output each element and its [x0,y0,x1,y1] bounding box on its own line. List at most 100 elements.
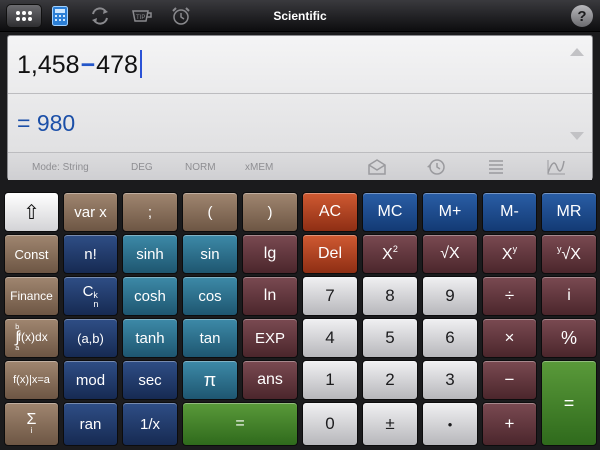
const-button[interactable]: Const [4,234,59,274]
mod-label: mod [75,371,106,389]
divide-label: ÷ [504,286,515,305]
app-title: Scientific [273,9,327,23]
percent-button[interactable]: % [541,318,597,358]
tan-button[interactable]: tan [182,318,238,358]
plus-minus-button[interactable]: ± [362,402,418,446]
cosh-label: cosh [134,287,166,305]
multiply-button[interactable]: × [482,318,537,358]
digit-4-button[interactable]: 4 [302,318,358,358]
digit-8-button[interactable]: 8 [362,276,418,316]
tanh-label: tanh [135,329,165,347]
sinh-button[interactable]: sinh [122,234,178,274]
square-exponent: 2 [392,244,398,254]
semicolon-button[interactable]: ; [122,192,178,232]
memory-indicator[interactable]: xMEM [245,162,273,173]
mod-button[interactable]: mod [63,360,118,400]
help-button[interactable]: ? [571,5,593,27]
sec-button[interactable]: sec [122,360,178,400]
digit-1-button[interactable]: 1 [302,360,358,400]
pi-label: π [203,369,217,390]
equals-button-right[interactable]: = [541,360,597,446]
reciprocal-button[interactable]: 1/x [122,402,178,446]
semicolon-label: ; [147,203,153,221]
close-paren-button[interactable]: ) [242,192,298,232]
digit-2-button[interactable]: 2 [362,360,418,400]
all-clear-button[interactable]: AC [302,192,358,232]
integral-expression: f(x)dx [17,330,48,345]
number-format-indicator[interactable]: NORM [185,162,216,173]
ans-button[interactable]: ans [242,360,298,400]
open-paren-button[interactable]: ( [182,192,238,232]
tanh-button[interactable]: tanh [122,318,178,358]
equals-right-label: = [563,392,575,413]
sin-label: sin [200,245,220,263]
function-graph-icon[interactable] [545,158,567,176]
power-exponent: y [512,244,518,254]
multiply-label: × [504,328,515,347]
exp-button[interactable]: EXP [242,318,298,358]
memory-plus-button[interactable]: M+ [422,192,478,232]
integral-button[interactable]: b ∫ a f(x)dx [4,318,59,358]
delete-button[interactable]: Del [302,234,358,274]
digit-0-button[interactable]: 0 [302,402,358,446]
memory-plus-label: M+ [438,203,462,220]
divide-button[interactable]: ÷ [482,276,537,316]
decimal-point-button[interactable]: • [422,402,478,446]
finance-button[interactable]: Finance [4,276,59,316]
evaluate-at-button[interactable]: f(x)|x=a [4,360,59,400]
shift-arrow-icon: ⇧ [23,201,40,224]
summation-label: Σi [27,412,37,435]
memory-clear-button[interactable]: MC [362,192,418,232]
expression-area[interactable]: 1,458−478 [8,36,592,94]
square-label: X2 [382,244,398,264]
digit-3-button[interactable]: 3 [422,360,478,400]
scroll-up-arrow-icon[interactable] [570,48,584,56]
ans-label: ans [257,371,283,388]
memory-clear-label: MC [377,203,403,220]
const-label: Const [14,246,49,262]
ln-button[interactable]: ln [242,276,298,316]
history-clock-icon[interactable] [425,158,447,176]
imaginary-unit-button[interactable]: i [541,276,597,316]
cos-button[interactable]: cos [182,276,238,316]
mode-indicator[interactable]: Mode: String [32,162,89,173]
nth-root-radical: √X [561,246,581,263]
shift-button[interactable]: ⇧ [4,192,59,232]
reciprocal-label: 1/x [139,415,160,433]
digit-7-button[interactable]: 7 [302,276,358,316]
scroll-down-arrow-icon[interactable] [570,132,584,140]
random-button[interactable]: ran [63,402,118,446]
plus-button[interactable]: + [482,402,537,446]
digit-6-button[interactable]: 6 [422,318,478,358]
minus-button[interactable]: − [482,360,537,400]
power-button[interactable]: Xy [482,234,537,274]
memory-recall-button[interactable]: MR [541,192,597,232]
angle-unit-indicator[interactable]: DEG [131,162,153,173]
sin-button[interactable]: sin [182,234,238,274]
digit-5-button[interactable]: 5 [362,318,418,358]
factorial-button[interactable]: n! [63,234,118,274]
square-button[interactable]: X2 [362,234,418,274]
combination-n: n [93,299,99,309]
memory-minus-button[interactable]: M- [482,192,537,232]
decimal-point-label: • [447,416,453,432]
combination-button[interactable]: Ckn [63,276,118,316]
expression-left-operand: 1,458 [17,51,80,79]
integral-label: b ∫ a f(x)dx [15,324,47,352]
pi-button[interactable]: π [182,360,238,400]
share-mail-icon[interactable] [366,158,388,176]
digit-2-label: 2 [385,370,395,389]
nth-root-button[interactable]: y√X [541,234,597,274]
interval-button[interactable]: (a,b) [63,318,118,358]
nth-root-label: y√X [557,244,581,264]
summation-button[interactable]: Σi [4,402,59,446]
cosh-button[interactable]: cosh [122,276,178,316]
log10-button[interactable]: lg [242,234,298,274]
equals-button-left[interactable]: = [182,402,298,446]
var-x-button[interactable]: var x [63,192,118,232]
expression-text[interactable]: 1,458−478 [17,50,142,80]
digit-9-button[interactable]: 9 [422,276,478,316]
square-root-button[interactable]: √X [422,234,478,274]
help-icon: ? [577,7,587,25]
list-lines-icon[interactable] [485,158,507,176]
